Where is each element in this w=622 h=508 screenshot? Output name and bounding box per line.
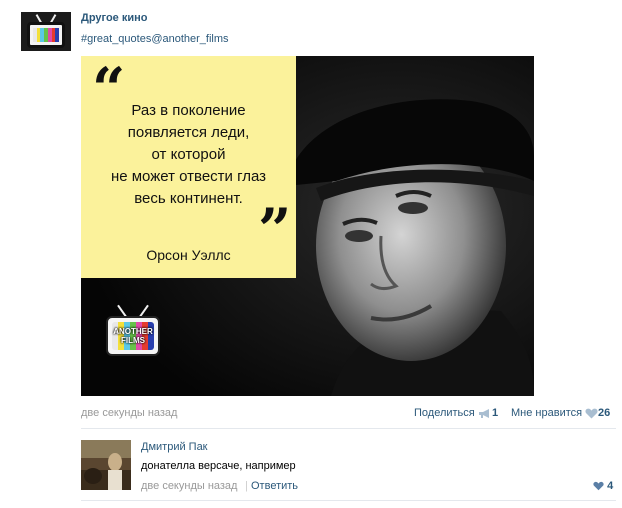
comment-time-link[interactable]: две секунды назад (141, 480, 237, 492)
like-button[interactable]: Мне нравится (511, 407, 598, 419)
divider (81, 428, 616, 429)
post-image[interactable]: “ Раз в поколение появляется леди, от ко… (81, 56, 534, 396)
commenter-photo (81, 440, 131, 490)
share-count: 1 (492, 407, 499, 419)
heart-icon (593, 481, 604, 491)
divider (81, 500, 616, 501)
another-films-logo: ANOTHER FILMS (103, 304, 163, 362)
share-label: Поделиться (414, 407, 475, 419)
heart-icon (585, 408, 598, 419)
commenter-name-link[interactable]: Дмитрий Пак (141, 441, 208, 453)
quote-card: “ Раз в поколение появляется леди, от ко… (81, 56, 296, 278)
avatar-base (21, 51, 71, 62)
like-label: Мне нравится (511, 407, 583, 419)
wall-post: Другое кино #great_quotes@another_films (0, 0, 622, 508)
hashtag-link[interactable]: #great_quotes@another_films (81, 33, 229, 45)
megaphone-icon (478, 408, 489, 418)
quote-author: Орсон Уэллс (146, 247, 231, 263)
logo-text: ANOTHER FILMS (113, 327, 153, 345)
tv-logo-icon: ANOTHER FILMS (106, 316, 160, 356)
comment-like-count: 4 (607, 480, 614, 492)
share-button[interactable]: Поделиться (414, 407, 492, 419)
quote-text: Раз в поколение появляется леди, от кото… (110, 102, 267, 207)
comment-text: донателла версаче, например (141, 460, 296, 472)
commenter-avatar[interactable] (81, 440, 131, 490)
separator: | (245, 480, 248, 492)
comment-like-button[interactable]: 4 (593, 480, 613, 492)
group-name-link[interactable]: Другое кино (81, 12, 148, 24)
post-time-link[interactable]: две секунды назад (81, 407, 177, 419)
like-count: 26 (598, 407, 611, 419)
reply-button[interactable]: Ответить (251, 480, 298, 492)
tv-logo-icon (27, 22, 65, 48)
group-avatar[interactable] (21, 12, 71, 62)
